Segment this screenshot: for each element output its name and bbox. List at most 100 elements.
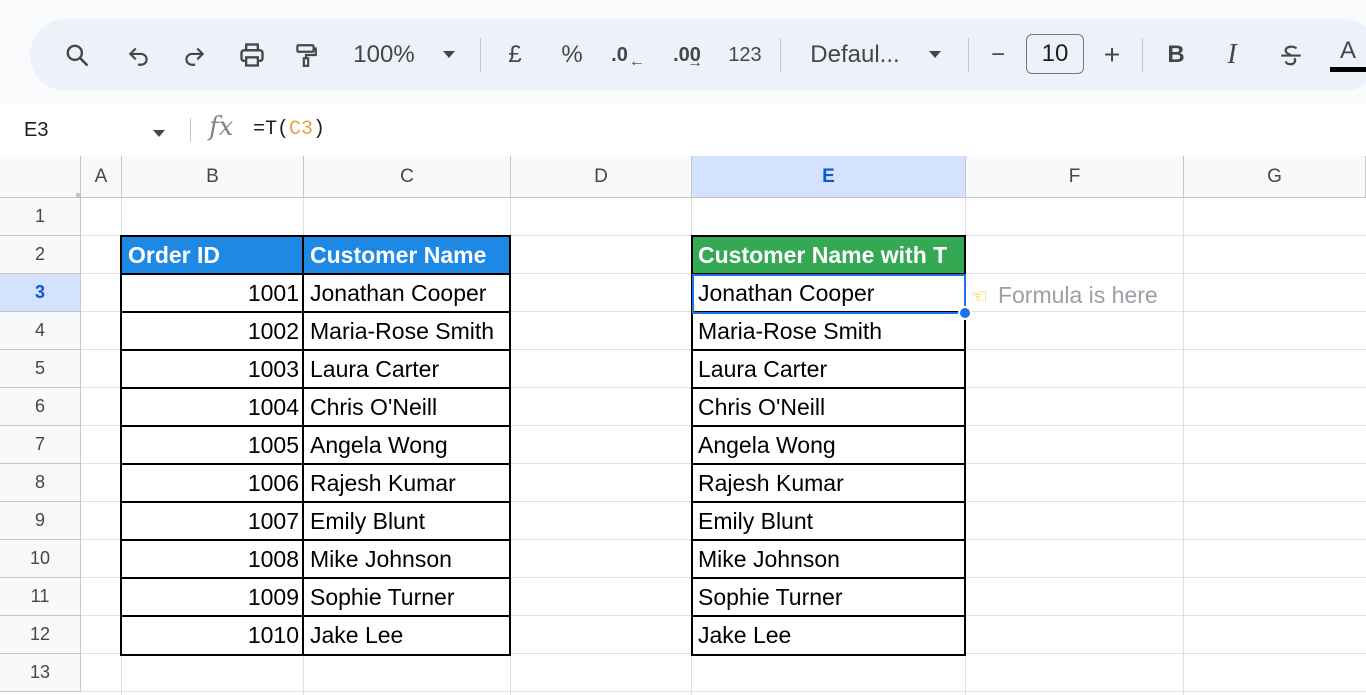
row-header[interactable]: 6 — [0, 388, 81, 426]
divider — [480, 38, 481, 72]
order-id-cell[interactable]: 1003 — [122, 350, 303, 388]
customer-name-cell[interactable]: Sophie Turner — [304, 578, 510, 616]
divider — [1142, 38, 1143, 72]
order-id-cell[interactable]: 1006 — [122, 464, 303, 502]
decrease-decimal-button[interactable]: .0 ← — [610, 19, 646, 91]
currency-button[interactable]: £ — [502, 19, 528, 91]
result-cell[interactable]: Angela Wong — [692, 426, 965, 464]
order-id-cell[interactable]: 1007 — [122, 502, 303, 540]
result-cell[interactable]: Jake Lee — [692, 616, 965, 654]
customer-name-cell[interactable]: Laura Carter — [304, 350, 510, 388]
result-cell[interactable]: Jonathan Cooper — [692, 274, 965, 312]
plus-label: + — [1103, 39, 1121, 70]
customer-name-cell[interactable]: Maria-Rose Smith — [304, 312, 510, 350]
result-cell[interactable]: Emily Blunt — [692, 502, 965, 540]
increase-decimal-button[interactable]: .00 → — [666, 19, 710, 91]
toolbar: 100% £ % .0 ← .00 → 123 Defaul... − 10 + B… — [30, 19, 1366, 91]
column-header-g[interactable]: G — [1184, 156, 1366, 198]
customer-name-cell[interactable]: Mike Johnson — [304, 540, 510, 578]
row-header[interactable]: 7 — [0, 426, 81, 464]
divider — [968, 38, 969, 72]
result-cell[interactable]: Chris O'Neill — [692, 388, 965, 426]
select-all-corner[interactable] — [0, 156, 81, 198]
customer-name-cell[interactable]: Angela Wong — [304, 426, 510, 464]
decrease-font-button[interactable]: − — [986, 19, 1010, 91]
name-box[interactable]: E3 — [24, 104, 48, 156]
font-select[interactable]: Defaul... — [805, 19, 905, 91]
header-cell-customer-name-with-t[interactable]: Customer Name with T — [692, 236, 965, 274]
font-size-input[interactable]: 10 — [1026, 34, 1084, 74]
row-header[interactable]: 4 — [0, 312, 81, 350]
row-header[interactable]: 3 — [0, 274, 81, 312]
result-cell[interactable]: Laura Carter — [692, 350, 965, 388]
gridline — [965, 198, 966, 695]
decrease-decimal-label: .0 — [611, 43, 628, 66]
result-cell[interactable]: Rajesh Kumar — [692, 464, 965, 502]
order-id-cell[interactable]: 1001 — [122, 274, 303, 312]
customer-name-cell[interactable]: Jake Lee — [304, 616, 510, 654]
sheet-grid[interactable]: A B C D E F G 1 2 3 4 5 6 7 8 9 10 11 12… — [0, 156, 1366, 695]
formula-note-text: Formula is here — [997, 282, 1158, 308]
row-header[interactable]: 13 — [0, 654, 81, 692]
header-cell-customer-name[interactable]: Customer Name — [304, 236, 510, 274]
increase-font-button[interactable]: + — [1100, 19, 1124, 91]
row-header[interactable]: 9 — [0, 502, 81, 540]
print-icon[interactable] — [234, 19, 270, 91]
font-name: Defaul... — [810, 41, 900, 68]
chevron-down-icon[interactable] — [152, 126, 166, 144]
column-header-d[interactable]: D — [511, 156, 692, 198]
paint-format-icon[interactable] — [289, 19, 323, 91]
row-header[interactable]: 8 — [0, 464, 81, 502]
column-header-b[interactable]: B — [122, 156, 304, 198]
customer-name-cell[interactable]: Chris O'Neill — [304, 388, 510, 426]
formula-bar: E3 fx =T(C3) — [0, 104, 1366, 156]
formula-ref: C3 — [289, 118, 314, 141]
result-cell[interactable]: Mike Johnson — [692, 540, 965, 578]
order-id-cell[interactable]: 1002 — [122, 312, 303, 350]
header-cell-order-id[interactable]: Order ID — [122, 236, 303, 274]
order-id-cell[interactable]: 1010 — [122, 616, 303, 654]
order-id-cell[interactable]: 1005 — [122, 426, 303, 464]
zoom-value: 100% — [353, 41, 415, 68]
gridline — [510, 198, 511, 695]
currency-label: £ — [508, 41, 522, 68]
bold-button[interactable]: B — [1164, 19, 1188, 91]
text-color-button[interactable]: A — [1330, 19, 1366, 91]
gridline — [1183, 198, 1184, 695]
arrow-left-icon: ← — [628, 53, 645, 70]
order-id-cell[interactable]: 1009 — [122, 578, 303, 616]
chevron-down-icon[interactable] — [438, 19, 460, 91]
number-format-label: 123 — [728, 43, 762, 66]
column-header-a[interactable]: A — [81, 156, 122, 198]
row-header[interactable]: 11 — [0, 578, 81, 616]
row-header[interactable]: 10 — [0, 540, 81, 578]
percent-button[interactable]: % — [558, 19, 586, 91]
row-header[interactable]: 12 — [0, 616, 81, 654]
customer-name-cell[interactable]: Jonathan Cooper — [304, 274, 510, 312]
search-icon[interactable] — [60, 19, 94, 91]
order-id-cell[interactable]: 1004 — [122, 388, 303, 426]
customer-name-cell[interactable]: Rajesh Kumar — [304, 464, 510, 502]
chevron-down-icon[interactable] — [925, 19, 945, 91]
row-header[interactable]: 5 — [0, 350, 81, 388]
result-cell[interactable]: Sophie Turner — [692, 578, 965, 616]
zoom-select[interactable]: 100% — [348, 19, 420, 91]
customer-name-cell[interactable]: Emily Blunt — [304, 502, 510, 540]
divider — [190, 118, 191, 142]
number-format-button[interactable]: 123 — [725, 19, 765, 91]
formula-note: ☜ Formula is here — [970, 276, 1158, 314]
minus-label: − — [990, 41, 1005, 68]
result-cell[interactable]: Maria-Rose Smith — [692, 312, 965, 350]
order-id-cell[interactable]: 1008 — [122, 540, 303, 578]
row-header[interactable]: 1 — [0, 198, 81, 236]
column-header-f[interactable]: F — [966, 156, 1184, 198]
redo-icon[interactable] — [177, 19, 211, 91]
bold-label: B — [1167, 41, 1185, 68]
undo-icon[interactable] — [122, 19, 156, 91]
column-header-c[interactable]: C — [304, 156, 511, 198]
row-header[interactable]: 2 — [0, 236, 81, 274]
column-header-e[interactable]: E — [692, 156, 966, 198]
strikethrough-icon[interactable] — [1274, 19, 1308, 91]
italic-button[interactable]: I — [1220, 19, 1244, 91]
formula-input[interactable]: =T(C3) — [253, 104, 325, 156]
